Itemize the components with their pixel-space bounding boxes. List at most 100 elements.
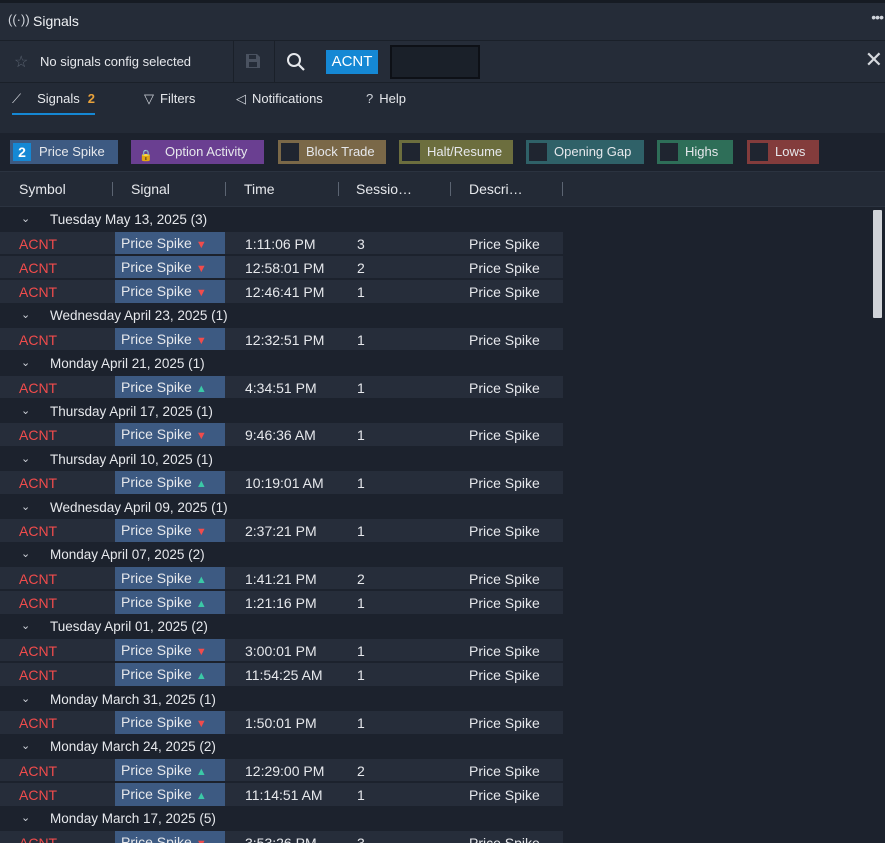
table-row[interactable]: ACNT Price Spike ▼ 2:37:21 PM 1 Price Spike xyxy=(0,519,870,543)
column-resizer[interactable] xyxy=(225,182,226,196)
symbol-cell: ACNT xyxy=(19,595,58,612)
group-row[interactable]: ⌄ Monday March 17, 2025 (5) xyxy=(0,807,870,831)
ticker-input[interactable] xyxy=(390,45,480,79)
chevron-down-icon[interactable]: ⌄ xyxy=(21,304,30,327)
megaphone-icon: ◁ xyxy=(236,91,246,106)
table-row[interactable]: ACNT Price Spike ▲ 12:29:00 PM 2 Price Spike xyxy=(0,758,870,783)
checkbox[interactable] xyxy=(281,143,299,161)
signal-label: Price Spike xyxy=(121,761,192,778)
scrollbar-thumb[interactable] xyxy=(873,210,882,318)
table-row[interactable]: ACNT Price Spike ▲ 1:21:16 PM 1 Price Spike xyxy=(0,591,870,615)
checkbox[interactable] xyxy=(660,143,678,161)
signal-label: Price Spike xyxy=(121,234,192,251)
group-row[interactable]: ⌄ Wednesday April 09, 2025 (1) xyxy=(0,496,870,520)
chip-block-trade[interactable]: Block Trade xyxy=(278,140,386,164)
description-cell: Price Spike xyxy=(469,762,540,779)
chevron-down-icon[interactable]: ⌄ xyxy=(21,688,30,711)
signal-label: Price Spike xyxy=(121,594,192,611)
chevron-down-icon[interactable]: ⌄ xyxy=(21,543,30,566)
star-icon[interactable]: ☆ xyxy=(14,52,28,72)
chip-lows[interactable]: Lows xyxy=(747,140,819,164)
column-header-session[interactable]: Sessio… xyxy=(356,181,412,197)
group-row[interactable]: ⌄ Thursday April 17, 2025 (1) xyxy=(0,400,870,424)
arrow-up-icon: ▲ xyxy=(195,382,207,395)
question-icon: ? xyxy=(366,91,374,106)
line-chart-icon: ⟋ xyxy=(12,91,22,106)
chevron-down-icon[interactable]: ⌄ xyxy=(21,807,30,830)
table-row[interactable]: ACNT Price Spike ▼ 3:00:01 PM 1 Price Spike xyxy=(0,638,870,663)
table-row[interactable]: ACNT Price Spike ▲ 4:34:51 PM 1 Price Spike xyxy=(0,375,870,400)
table-row[interactable]: ACNT Price Spike ▼ 12:32:51 PM 1 Price Spike xyxy=(0,327,870,352)
arrow-down-icon: ▼ xyxy=(195,238,207,251)
signal-label: Price Spike xyxy=(121,258,192,275)
checkbox[interactable] xyxy=(529,143,547,161)
signal-label: Price Spike xyxy=(121,569,192,586)
table-row[interactable]: ACNT Price Spike ▼ 1:11:06 PM 3 Price Spike xyxy=(0,231,870,256)
chevron-down-icon[interactable]: ⌄ xyxy=(21,400,30,423)
table-row[interactable]: ACNT Price Spike ▲ 11:14:51 AM 1 Price Spike xyxy=(0,783,870,807)
signal-cell: Price Spike▼ xyxy=(115,255,225,279)
symbol-cell: ACNT xyxy=(19,427,58,444)
group-row[interactable]: ⌄ Monday March 24, 2025 (2) xyxy=(0,735,870,759)
save-icon[interactable] xyxy=(245,53,261,69)
tab-label: Notifications xyxy=(252,91,323,106)
column-header-symbol[interactable]: Symbol xyxy=(19,181,66,197)
tab-notifications[interactable]: ◁ Notifications xyxy=(236,91,323,107)
chevron-down-icon[interactable]: ⌄ xyxy=(21,496,30,519)
table-row[interactable]: ACNT Price Spike ▼ 12:58:01 PM 2 Price Spike xyxy=(0,255,870,280)
column-resizer[interactable] xyxy=(450,182,451,196)
group-row[interactable]: ⌄ Thursday April 10, 2025 (1) xyxy=(0,448,870,472)
arrow-up-icon: ▲ xyxy=(195,573,207,586)
column-resizer[interactable] xyxy=(112,182,113,196)
chip-option-activity[interactable]: 🔒 Option Activity xyxy=(131,140,264,164)
column-resizer[interactable] xyxy=(338,182,339,196)
group-row[interactable]: ⌄ Tuesday April 01, 2025 (2) xyxy=(0,615,870,639)
checkbox[interactable] xyxy=(402,143,420,161)
chip-opening-gap[interactable]: Opening Gap xyxy=(526,140,644,164)
table-row[interactable]: ACNT Price Spike ▼ 12:46:41 PM 1 Price Spike xyxy=(0,280,870,304)
chevron-down-icon[interactable]: ⌄ xyxy=(21,448,30,471)
tab-filters[interactable]: ▽ Filters xyxy=(144,91,195,107)
table-row[interactable]: ACNT Price Spike ▲ 10:19:01 AM 1 Price Spike xyxy=(0,471,870,495)
signal-cell: Price Spike▼ xyxy=(115,231,225,254)
table-row[interactable]: ACNT Price Spike ▲ 1:41:21 PM 2 Price Spike xyxy=(0,566,870,591)
chevron-down-icon[interactable]: ⌄ xyxy=(21,352,30,375)
table-row[interactable]: ACNT Price Spike ▼ 3:53:26 PM 3 Price Spike xyxy=(0,830,870,843)
column-header-signal[interactable]: Signal xyxy=(131,181,170,197)
signals-config-selector[interactable]: No signals config selected xyxy=(40,54,191,69)
close-icon[interactable]: ✕ xyxy=(865,49,883,71)
more-options-icon[interactable]: ••• xyxy=(871,9,884,25)
column-header-description[interactable]: Descri… xyxy=(469,181,523,197)
group-row[interactable]: ⌄ Wednesday April 23, 2025 (1) xyxy=(0,304,870,328)
group-label: Tuesday May 13, 2025 (3) xyxy=(50,212,208,227)
chip-highs[interactable]: Highs xyxy=(657,140,733,164)
time-cell: 1:41:21 PM xyxy=(245,570,317,587)
table-row[interactable]: ACNT Price Spike ▼ 9:46:36 AM 1 Price Spike xyxy=(0,423,870,447)
group-row[interactable]: ⌄ Monday April 07, 2025 (2) xyxy=(0,543,870,567)
symbol-cell: ACNT xyxy=(19,834,58,843)
group-row[interactable]: ⌄ Monday April 21, 2025 (1) xyxy=(0,352,870,376)
column-header-time[interactable]: Time xyxy=(244,181,275,197)
symbol-cell: ACNT xyxy=(19,475,58,492)
chevron-down-icon[interactable]: ⌄ xyxy=(21,208,30,231)
time-cell: 11:54:25 AM xyxy=(245,667,323,684)
search-icon[interactable] xyxy=(286,52,306,72)
tab-signals[interactable]: ⟋ Signals 2 xyxy=(12,91,95,115)
arrow-down-icon: ▼ xyxy=(195,262,207,275)
time-cell: 1:21:16 PM xyxy=(245,595,317,612)
group-row[interactable]: ⌄ Monday March 31, 2025 (1) xyxy=(0,688,870,712)
tab-help[interactable]: ? Help xyxy=(366,91,406,106)
chevron-down-icon[interactable]: ⌄ xyxy=(21,615,30,638)
table-row[interactable]: ACNT Price Spike ▼ 1:50:01 PM 1 Price Spike xyxy=(0,711,870,735)
checkbox[interactable] xyxy=(750,143,768,161)
ticker-badge[interactable]: ACNT xyxy=(326,50,378,74)
chip-halt-resume[interactable]: Halt/Resume xyxy=(399,140,513,164)
chip-price-spike[interactable]: 2 Price Spike xyxy=(10,140,118,164)
column-resizer[interactable] xyxy=(562,182,563,196)
session-cell: 2 xyxy=(357,762,365,779)
group-row[interactable]: ⌄ Tuesday May 13, 2025 (3) xyxy=(0,208,870,232)
chip-label: Opening Gap xyxy=(554,144,632,159)
vertical-scrollbar[interactable] xyxy=(872,208,884,843)
table-row[interactable]: ACNT Price Spike ▲ 11:54:25 AM 1 Price Spike xyxy=(0,663,870,687)
chevron-down-icon[interactable]: ⌄ xyxy=(21,735,30,758)
